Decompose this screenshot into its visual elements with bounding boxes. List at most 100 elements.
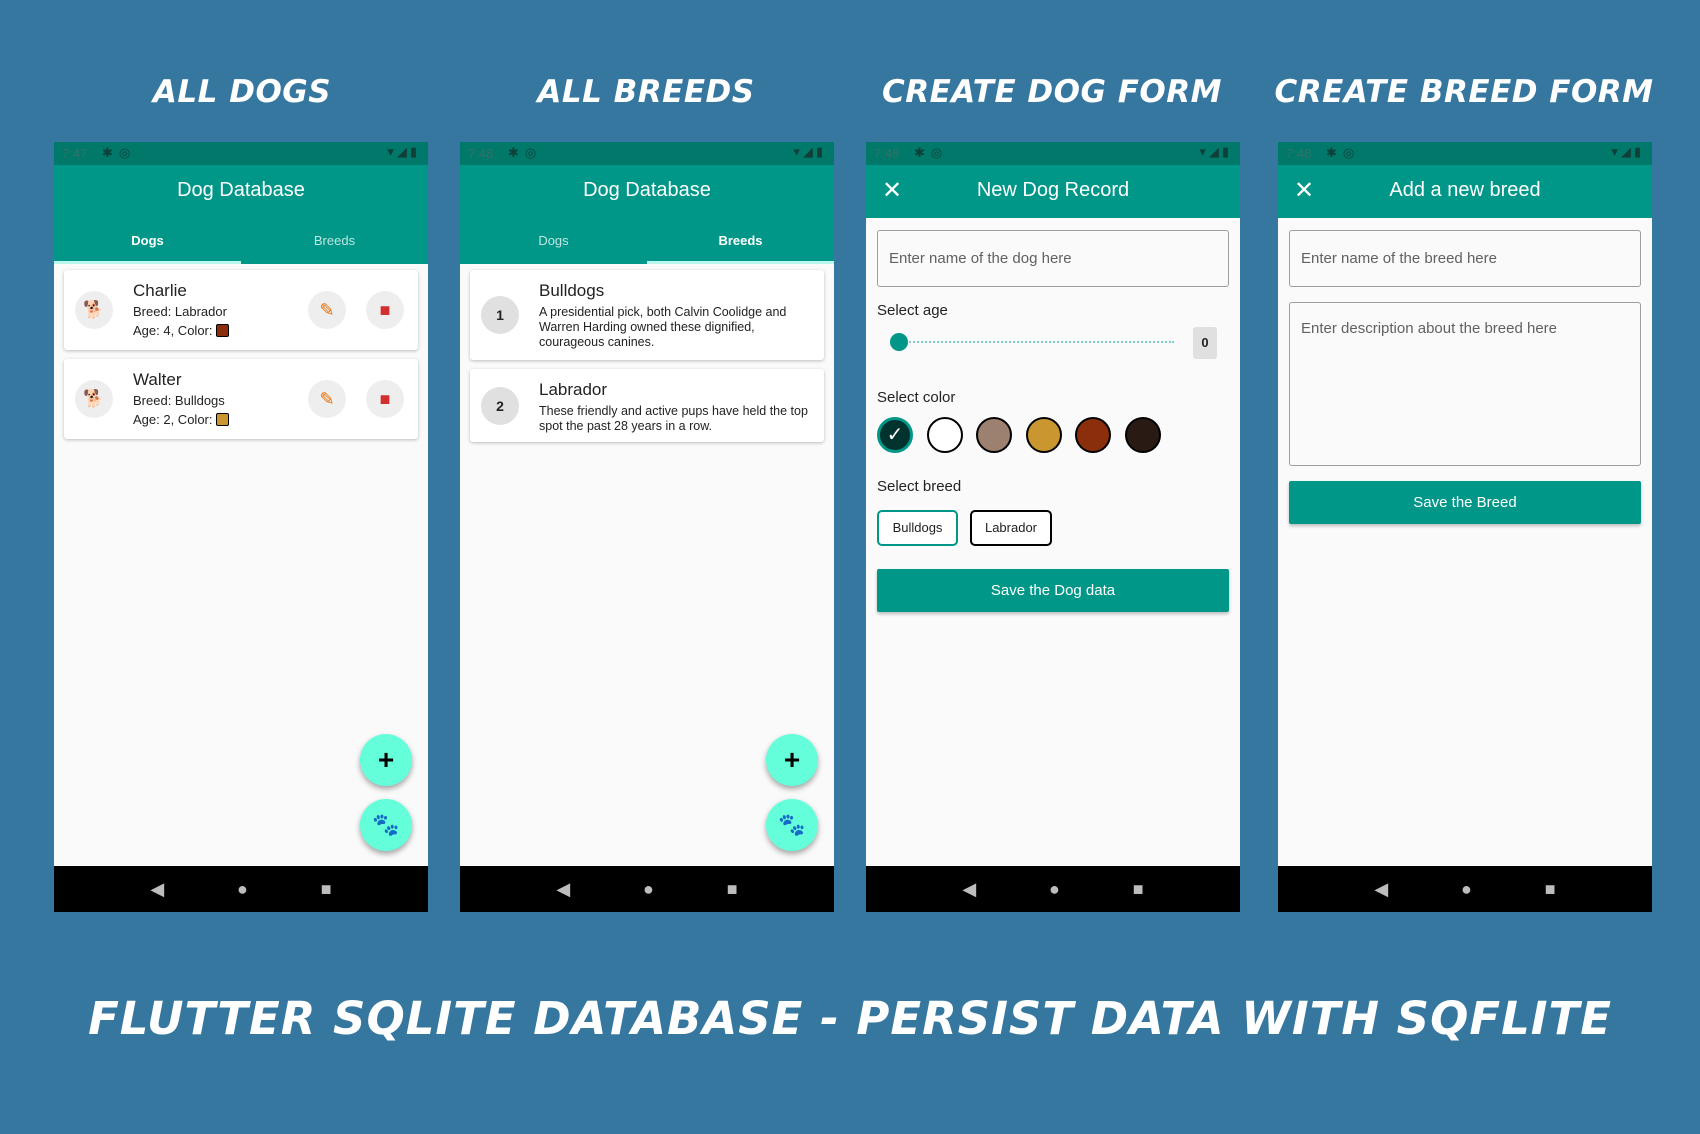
trash-icon: ■ [379, 300, 391, 320]
delete-button[interactable]: ■ [366, 291, 404, 329]
home-icon[interactable]: ● [1049, 879, 1060, 900]
screen-title-create-breed: Create Breed Form [1274, 74, 1654, 110]
list-item[interactable]: 🐕 Walter Breed: Bulldogs Age: 2, Color: … [64, 359, 418, 439]
breed-name: Bulldogs [539, 281, 605, 300]
breed-chip-labrador[interactable]: Labrador [970, 510, 1052, 546]
app-bar: Dog Database [54, 165, 428, 218]
phone-create-dog: 7:48 ✱◎ ▾◢▮ ✕ New Dog Record Enter name … [866, 142, 1240, 912]
nav-bar: ◀ ● ■ [54, 866, 428, 912]
dog-age-color: Age: 4, Color: [133, 323, 229, 338]
dog-age: Age: 4, Color: [133, 323, 213, 338]
status-bar: 7:47 ✱◎ ▾◢▮ [54, 142, 428, 165]
app-title: Dog Database [177, 179, 305, 201]
add-button[interactable]: + [360, 734, 412, 786]
list-item[interactable]: 1 Bulldogs A presidential pick, both Cal… [470, 270, 824, 360]
screen-title-all-dogs: All Dogs [152, 74, 332, 110]
status-bar: 7:48 ✱◎ ▾◢▮ [866, 142, 1240, 165]
recents-icon[interactable]: ■ [1133, 879, 1144, 900]
save-dog-button[interactable]: Save the Dog data [877, 569, 1229, 612]
back-icon[interactable]: ◀ [962, 879, 976, 900]
dog-age-color: Age: 2, Color: [133, 412, 229, 427]
age-slider[interactable] [890, 341, 1174, 345]
settings-icon: ✱◎ [914, 145, 949, 160]
breed-chip-bulldogs[interactable]: Bulldogs [877, 510, 958, 546]
list-item[interactable]: 2 Labrador These friendly and active pup… [470, 369, 824, 442]
tab-bar: Dogs Breeds [54, 218, 428, 264]
add-button[interactable]: + [766, 734, 818, 786]
settings-icon: ✱◎ [102, 145, 137, 160]
add-breed-button[interactable]: 🐾 [360, 799, 412, 851]
breed-number: 1 [481, 296, 519, 334]
dog-icon: 🐕 [75, 380, 113, 418]
paw-icon: 🐾 [778, 812, 806, 837]
pencil-icon: ✎ [319, 389, 335, 409]
add-breed-button[interactable]: 🐾 [766, 799, 818, 851]
tab-dogs[interactable]: Dogs [460, 218, 647, 264]
signal-battery-icon: ▾◢▮ [793, 144, 826, 159]
home-icon[interactable]: ● [1461, 879, 1472, 900]
app-bar: ✕ Add a new breed [1278, 165, 1652, 218]
dog-age: Age: 2, Color: [133, 412, 213, 427]
status-time: 7:47 [62, 146, 88, 161]
dog-breed: Breed: Bulldogs [133, 393, 225, 408]
home-icon[interactable]: ● [643, 879, 654, 900]
phone-all-breeds: 7:48 ✱◎ ▾◢▮ Dog Database Dogs Breeds 1 B… [460, 142, 834, 912]
recents-icon[interactable]: ■ [727, 879, 738, 900]
breed-label: Select breed [877, 478, 962, 495]
age-label: Select age [877, 302, 948, 319]
nav-bar: ◀ ● ■ [460, 866, 834, 912]
home-icon[interactable]: ● [237, 879, 248, 900]
signal-battery-icon: ▾◢▮ [1199, 144, 1232, 159]
footer-title: Flutter SQLite Database - Persist Data w… [88, 992, 1612, 1045]
dog-color-swatch [215, 324, 229, 337]
edit-button[interactable]: ✎ [308, 291, 346, 329]
recents-icon[interactable]: ■ [1545, 879, 1556, 900]
status-bar: 7:48 ✱◎ ▾◢▮ [1278, 142, 1652, 165]
phone-create-breed: 7:48 ✱◎ ▾◢▮ ✕ Add a new breed Enter name… [1278, 142, 1652, 912]
dog-name-field[interactable]: Enter name of the dog here [877, 230, 1229, 287]
color-option-gold[interactable] [1026, 417, 1062, 453]
app-title: Add a new breed [1389, 179, 1541, 201]
back-icon[interactable]: ◀ [556, 879, 570, 900]
status-time: 7:48 [874, 146, 900, 161]
pencil-icon: ✎ [319, 300, 335, 320]
tab-bar: Dogs Breeds [460, 218, 834, 264]
color-option-rust[interactable] [1075, 417, 1111, 453]
tab-breeds[interactable]: Breeds [241, 218, 428, 264]
signal-battery-icon: ▾◢▮ [387, 144, 420, 159]
nav-bar: ◀ ● ■ [1278, 866, 1652, 912]
age-slider-thumb[interactable] [890, 333, 908, 351]
list-item[interactable]: 🐕 Charlie Breed: Labrador Age: 4, Color:… [64, 270, 418, 350]
recents-icon[interactable]: ■ [321, 879, 332, 900]
paw-icon: 🐾 [372, 812, 400, 837]
check-icon: ✓ [886, 424, 904, 446]
back-icon[interactable]: ◀ [1374, 879, 1388, 900]
age-value-badge: 0 [1193, 327, 1217, 359]
screen-title-all-breeds: All Breeds [537, 74, 755, 110]
tab-dogs[interactable]: Dogs [54, 218, 241, 264]
settings-icon: ✱◎ [1326, 145, 1361, 160]
app-bar: ✕ New Dog Record [866, 165, 1240, 218]
status-time: 7:48 [468, 146, 494, 161]
breed-description-placeholder: Enter description about the breed here [1301, 320, 1558, 337]
color-option-teal-dark[interactable]: ✓ [877, 417, 913, 453]
color-option-white[interactable] [927, 417, 963, 453]
back-icon[interactable]: ◀ [150, 879, 164, 900]
plus-icon: + [377, 744, 395, 775]
trash-icon: ■ [379, 389, 391, 409]
dog-name: Walter [133, 370, 182, 389]
breed-name-field[interactable]: Enter name of the breed here [1289, 230, 1641, 287]
save-breed-button[interactable]: Save the Breed [1289, 481, 1641, 524]
tab-breeds[interactable]: Breeds [647, 218, 834, 264]
color-label: Select color [877, 389, 956, 406]
plus-icon: + [783, 744, 801, 775]
dog-icon: 🐕 [75, 291, 113, 329]
color-option-taupe[interactable] [976, 417, 1012, 453]
nav-bar: ◀ ● ■ [866, 866, 1240, 912]
app-title: New Dog Record [976, 179, 1130, 201]
edit-button[interactable]: ✎ [308, 380, 346, 418]
breed-description-field[interactable]: Enter description about the breed here [1289, 302, 1641, 466]
delete-button[interactable]: ■ [366, 380, 404, 418]
dog-breed: Breed: Labrador [133, 304, 227, 319]
color-option-dark-brown[interactable] [1125, 417, 1161, 453]
